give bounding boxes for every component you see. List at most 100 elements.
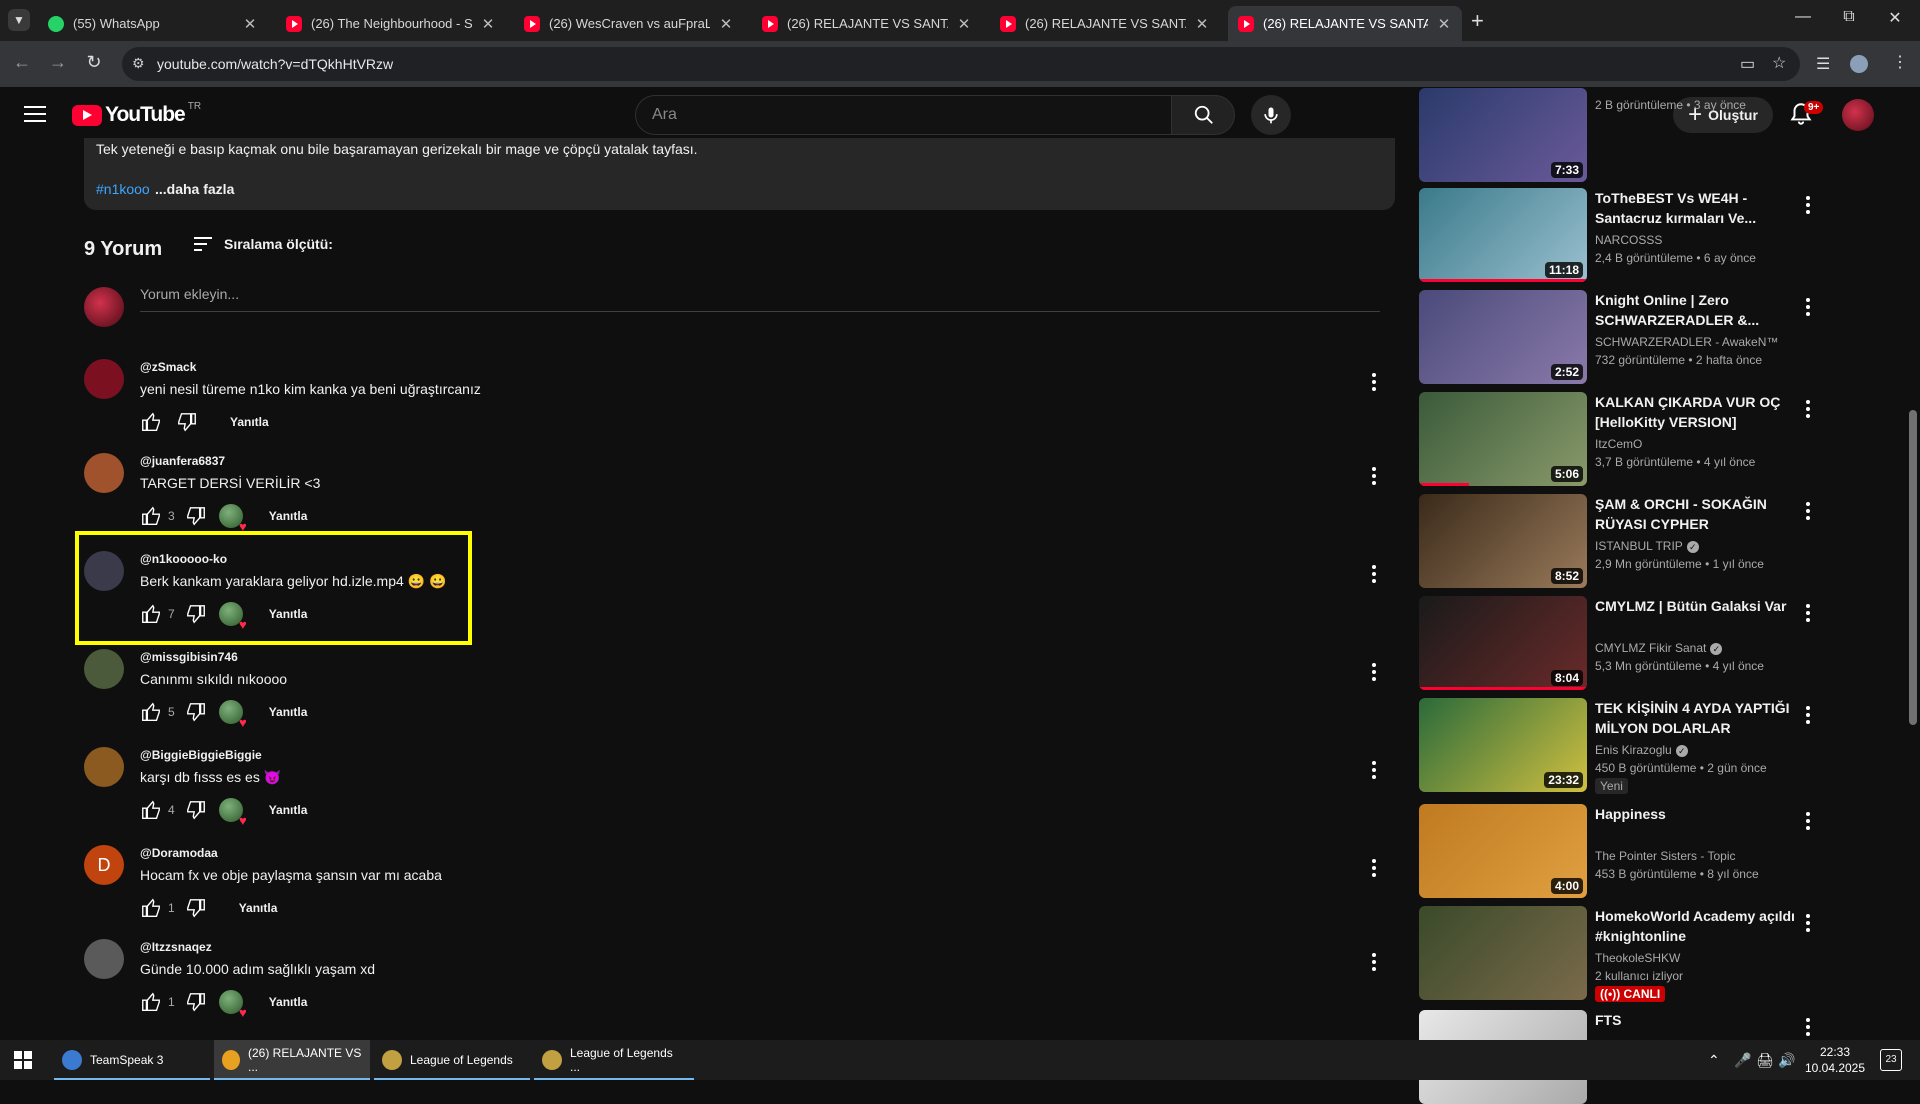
video-title[interactable]: HomekoWorld Academy açıldı #knightonline… — [1595, 906, 1795, 946]
taskbar-app[interactable]: TeamSpeak 3 — [54, 1040, 210, 1080]
network-icon[interactable]: 🖨 — [1756, 1052, 1774, 1069]
video-title[interactable]: KALKAN ÇIKARDA VUR OÇ [HelloKitty VERSIO… — [1595, 392, 1795, 432]
channel-name[interactable]: CMYLMZ Fikir Sanat ✓ — [1595, 641, 1723, 655]
show-more-button[interactable]: ...daha fazla — [155, 181, 234, 197]
thumbs-down-icon[interactable] — [185, 701, 207, 723]
system-clock[interactable]: 22:33 10.04.2025 — [1800, 1044, 1870, 1076]
thumbs-down-icon[interactable] — [185, 897, 207, 919]
minimize-button[interactable]: — — [1780, 8, 1826, 26]
channel-name[interactable]: ISTANBUL TRIP ✓ — [1595, 539, 1699, 553]
video-title[interactable]: ToTheBEST Vs WE4H - Santacruz kırmaları … — [1595, 188, 1795, 228]
reload-button[interactable]: ↻ — [82, 52, 106, 73]
thumbs-up-icon[interactable] — [140, 505, 162, 527]
tab-close-icon[interactable]: ✕ — [1436, 15, 1452, 33]
channel-name[interactable]: The Pointer Sisters - Topic — [1595, 849, 1736, 863]
video-menu-icon[interactable] — [1806, 502, 1812, 523]
video-title[interactable]: Happiness — [1595, 804, 1795, 824]
search-input[interactable] — [636, 96, 1136, 134]
browser-tab[interactable]: (55) WhatsApp ✕ — [38, 6, 268, 41]
video-thumbnail[interactable]: 5:06 — [1419, 392, 1587, 486]
related-video[interactable]: 5:06 KALKAN ÇIKARDA VUR OÇ [HelloKitty VE… — [1419, 392, 1819, 486]
related-video[interactable]: 23:32 TEK KİŞİNİN 4 AYDA YAPTIĞI MİLYON D… — [1419, 698, 1819, 794]
video-thumbnail[interactable]: 8:52 — [1419, 494, 1587, 588]
reply-button[interactable]: Yanıtla — [269, 995, 308, 1009]
reply-button[interactable]: Yanıtla — [269, 803, 308, 817]
related-video[interactable]: 2:52 Knight Online | Zero SCHWARZERADLER … — [1419, 290, 1819, 384]
notification-center-icon[interactable]: 23 — [1880, 1049, 1902, 1071]
thumbs-up-icon[interactable] — [140, 701, 162, 723]
tab-close-icon[interactable]: ✕ — [718, 15, 734, 33]
video-title[interactable]: Knight Online | Zero SCHWARZERADLER &... — [1595, 290, 1795, 330]
related-video[interactable]: 8:52 ŞAM & ORCHI - SOKAĞIN RÜYASI CYPHER I… — [1419, 494, 1819, 588]
thumbs-down-icon[interactable] — [185, 799, 207, 821]
back-button[interactable]: ← — [10, 52, 34, 73]
thumbs-up-icon[interactable] — [140, 411, 162, 433]
video-menu-icon[interactable] — [1806, 1018, 1812, 1039]
video-thumbnail[interactable]: 8:04 — [1419, 596, 1587, 690]
tab-close-icon[interactable]: ✕ — [956, 15, 972, 33]
related-video[interactable]: HomekoWorld Academy açıldı #knightonline… — [1419, 906, 1819, 1002]
tab-close-icon[interactable]: ✕ — [480, 15, 496, 33]
channel-name[interactable]: TheokoleSHKW — [1595, 951, 1680, 965]
reply-button[interactable]: Yanıtla — [239, 901, 278, 915]
video-thumbnail[interactable]: 4:00 — [1419, 804, 1587, 898]
video-title[interactable]: FTS — [1595, 1010, 1795, 1030]
browser-tab[interactable]: (26) The Neighbourhood - Softc ✕ — [276, 6, 506, 41]
video-menu-icon[interactable] — [1806, 706, 1812, 727]
windows-start-icon[interactable] — [14, 1051, 32, 1069]
account-avatar[interactable] — [1842, 99, 1874, 131]
comment-menu-icon[interactable] — [1372, 467, 1378, 488]
comment-author[interactable]: @zSmack — [140, 360, 196, 374]
comment-avatar[interactable] — [84, 649, 124, 689]
address-bar[interactable]: ⚙ youtube.com/watch?v=dTQkhHtVRzw ▭ ☆ — [122, 47, 1800, 81]
related-video[interactable]: 4:00 Happiness The Pointer Sisters - Topic… — [1419, 804, 1819, 898]
search-button[interactable] — [1171, 95, 1235, 135]
comment-menu-icon[interactable] — [1372, 859, 1378, 880]
video-thumbnail[interactable]: 7:33 — [1419, 88, 1587, 182]
url-text[interactable]: youtube.com/watch?v=dTQkhHtVRzw — [157, 56, 393, 72]
page-scrollbar[interactable] — [1908, 90, 1918, 1030]
comment-author[interactable]: @BiggieBiggieBiggie — [140, 748, 262, 762]
thumbs-down-icon[interactable] — [176, 411, 198, 433]
video-thumbnail[interactable]: 2:52 — [1419, 290, 1587, 384]
video-menu-icon[interactable] — [1806, 914, 1812, 935]
channel-name[interactable]: NARCOSSS — [1595, 233, 1662, 247]
comment-avatar[interactable] — [84, 747, 124, 787]
video-menu-icon[interactable] — [1806, 812, 1812, 833]
add-comment-input[interactable]: Yorum ekleyin... — [140, 286, 1380, 312]
browser-tab[interactable]: (26) WesCraven vs auFpraLL #Bi ✕ — [514, 6, 744, 41]
channel-name[interactable]: ItzCemO — [1595, 437, 1642, 451]
new-tab-button[interactable]: + — [1471, 8, 1484, 34]
video-title[interactable]: ŞAM & ORCHI - SOKAĞIN RÜYASI CYPHER — [1595, 494, 1795, 534]
scrollbar-thumb[interactable] — [1909, 410, 1917, 725]
profile-avatar[interactable] — [1850, 55, 1868, 73]
thumbs-up-icon[interactable] — [140, 991, 162, 1013]
search-box[interactable] — [635, 95, 1172, 135]
tray-overflow-icon[interactable]: ⌃ — [1708, 1052, 1720, 1069]
related-video[interactable]: 8:04 CMYLMZ | Bütün Galaksi Var CMYLMZ Fik… — [1419, 596, 1819, 690]
description-hashtag[interactable]: #n1kooo — [96, 181, 150, 197]
tab-close-icon[interactable]: ✕ — [1194, 15, 1210, 33]
reply-button[interactable]: Yanıtla — [269, 705, 308, 719]
comment-author[interactable]: @juanfera6837 — [140, 454, 225, 468]
video-menu-icon[interactable] — [1806, 298, 1812, 319]
comment-menu-icon[interactable] — [1372, 565, 1378, 586]
tab-search-button[interactable]: ▼ — [8, 9, 30, 31]
restore-button[interactable]: ⧉ — [1826, 8, 1872, 26]
comment-menu-icon[interactable] — [1372, 663, 1378, 684]
voice-search-button[interactable] — [1251, 95, 1291, 135]
window-close-button[interactable]: ✕ — [1872, 8, 1918, 28]
comment-avatar[interactable]: D — [84, 845, 124, 885]
site-info-icon[interactable]: ⚙ — [132, 55, 145, 72]
comment-avatar[interactable] — [84, 939, 124, 979]
comment-avatar[interactable] — [84, 453, 124, 493]
tab-close-icon[interactable]: ✕ — [242, 15, 258, 33]
hamburger-menu-icon[interactable] — [24, 106, 46, 127]
video-title[interactable]: CMYLMZ | Bütün Galaksi Var — [1595, 596, 1795, 616]
comment-author[interactable]: @missgibisin746 — [140, 650, 238, 664]
comment-author[interactable]: @Itzzsnaqez — [140, 940, 212, 954]
reply-button[interactable]: Yanıtla — [230, 415, 269, 429]
bookmark-star-icon[interactable]: ☆ — [1772, 53, 1786, 73]
microphone-tray-icon[interactable]: 🎤 — [1734, 1052, 1751, 1069]
browser-tab[interactable]: (26) RELAJANTE VS SANTACRUZ ✕ — [1228, 6, 1462, 41]
